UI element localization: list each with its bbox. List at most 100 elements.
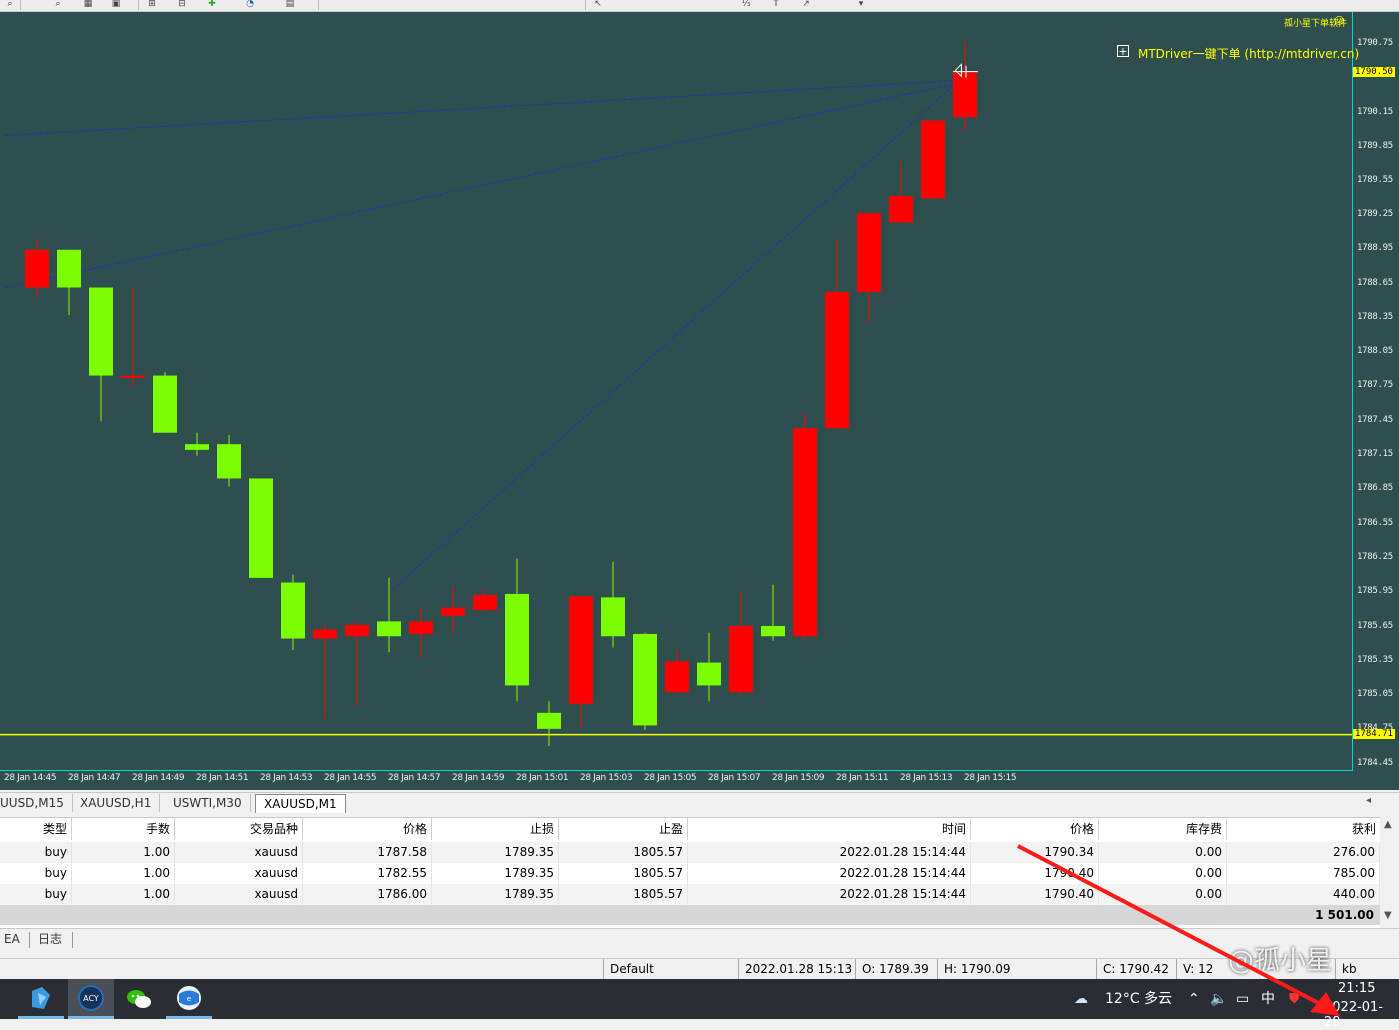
antivirus-icon[interactable]: ⛊ (1289, 979, 1300, 1019)
cloud-icon[interactable]: ☁ (1074, 979, 1088, 1019)
table-scrollbar[interactable]: ▲ ▼ (1380, 817, 1399, 927)
table-row[interactable]: buy 1.00 xauusd 1787.58 1789.35 1805.57 2022.0… (0, 842, 1380, 863)
status-open: O: 1789.39 (855, 959, 929, 979)
candlestick-svg (0, 41, 1352, 747)
tab-uusd-m15[interactable]: UUSD,M15 (0, 794, 73, 812)
candle-body (825, 292, 849, 429)
price-chart[interactable] (0, 12, 1399, 790)
tab-ea[interactable]: EA (4, 931, 20, 947)
table-row[interactable]: buy 1.00 xauusd 1782.55 1789.35 1805.57 2022.0… (0, 863, 1380, 884)
scroll-down-icon[interactable]: ▼ (1384, 910, 1392, 921)
scroll-up-icon[interactable]: ▲ (1384, 819, 1392, 830)
clock-date[interactable]: 2022-01-28 (1324, 1000, 1399, 1030)
fibo-icon[interactable]: ⅓ (740, 0, 752, 9)
cursor-icon[interactable]: ↖ (592, 0, 604, 9)
y-tick-label: 1787.15 (1357, 449, 1393, 459)
new-order-icon[interactable]: ✚ (206, 0, 218, 9)
text-icon[interactable]: T (770, 0, 782, 9)
candle-body (377, 621, 401, 637)
col-header-symbol[interactable]: 交易品种 (175, 818, 303, 840)
y-tick-label: 1786.25 (1357, 552, 1393, 562)
table-cell: 1805.57 (559, 884, 688, 905)
y-tick-label: 1784.45 (1357, 758, 1393, 768)
clock-icon[interactable]: ◔ (244, 0, 256, 9)
candle-body (89, 287, 113, 376)
y-tick-label: 1788.35 (1357, 312, 1393, 322)
network-icon[interactable]: ▭ (1236, 979, 1249, 1019)
y-tick-label: 1789.25 (1357, 209, 1393, 219)
col-header-swap[interactable]: 库存费 (1099, 818, 1227, 840)
y-tick-label: 1785.65 (1357, 621, 1393, 631)
tab-uswti-m30[interactable]: USWTI,M30 (165, 794, 251, 812)
status-profile[interactable]: Default (603, 959, 654, 979)
weather-text[interactable]: 12°C 多云 (1105, 979, 1172, 1019)
col-header-current-price[interactable]: 价格 (971, 818, 1099, 840)
col-header-profit[interactable]: 获利 (1227, 818, 1380, 840)
candle-body (857, 213, 881, 293)
candle-body (601, 597, 625, 637)
table-row[interactable]: buy 1.00 xauusd 1786.00 1789.35 1805.57 2022.0… (0, 884, 1380, 905)
status-datetime: 2022.01.28 15:13 (738, 959, 852, 979)
speaker-icon[interactable]: 🔈 (1210, 979, 1227, 1019)
x-tick-label: 28 Jan 15:01 (516, 773, 569, 783)
y-tick-label: 1785.95 (1357, 586, 1393, 596)
x-tick-label: 28 Jan 14:55 (324, 773, 377, 783)
watermark-text: @孤小星 (1228, 946, 1333, 976)
col-header-type[interactable]: 类型 (0, 818, 72, 840)
x-tick-label: 28 Jan 15:07 (708, 773, 761, 783)
table-cell: 2022.01.28 15:14:44 (688, 884, 971, 905)
current-price-tag: 1790.50 (1353, 67, 1395, 77)
ice-app-icon[interactable] (18, 979, 64, 1019)
table-cell: 1789.35 (432, 884, 559, 905)
status-bar: Default 2022.01.28 15:13 O: 1789.39 H: 1… (0, 958, 1399, 979)
chevron-up-icon[interactable]: ⌃ (1188, 979, 1200, 1019)
col-header-time[interactable]: 时间 (688, 818, 971, 840)
hline-price-tag: 1784.71 (1353, 729, 1395, 739)
candle-body (441, 607, 465, 616)
col-header-tp[interactable]: 止盈 (559, 818, 688, 840)
wechat-app-icon[interactable] (116, 979, 162, 1019)
tab-divider (29, 932, 30, 948)
template-icon[interactable]: ▤ (284, 0, 296, 9)
clock-time[interactable]: 21:15 (1338, 981, 1375, 996)
table-cell: 1790.40 (971, 884, 1099, 905)
x-tick-label: 28 Jan 14:53 (260, 773, 313, 783)
mtdriver-label[interactable]: MTDriver一键下单 (http://mtdriver.cn) (1138, 45, 1359, 62)
candle-body (153, 375, 177, 433)
candle-body (217, 444, 241, 479)
x-tick-label: 28 Jan 14:59 (452, 773, 505, 783)
chevron-down-icon[interactable]: ▾ (855, 0, 867, 9)
expand-plus-icon[interactable]: + (1117, 45, 1129, 57)
acr-app-icon[interactable]: ACY (68, 979, 114, 1019)
browser-app-icon[interactable]: e (166, 979, 212, 1019)
col-header-sl[interactable]: 止损 (432, 818, 559, 840)
candle-body (921, 120, 945, 199)
col-header-price[interactable]: 价格 (303, 818, 432, 840)
col-header-lots[interactable]: 手数 (72, 818, 175, 840)
total-row: 1 501.00 (0, 905, 1380, 925)
candle-body (121, 375, 145, 378)
y-tick-label: 1785.05 (1357, 689, 1393, 699)
y-tick-label: 1785.35 (1357, 655, 1393, 665)
period-icon[interactable]: ⊞ (146, 0, 158, 9)
y-tick-label: 1790.75 (1357, 38, 1393, 48)
trendline (4, 83, 956, 289)
tabs-scroll-left-icon[interactable]: ◂ (1366, 795, 1371, 806)
tab-xauusd-h1[interactable]: XAUUSD,H1 (72, 794, 161, 812)
status-close: C: 1790.42 (1096, 959, 1169, 979)
cursor-icon[interactable]: ▣ (110, 0, 122, 9)
grid-icon[interactable]: ▦ (82, 0, 94, 9)
zoom-out-icon[interactable]: ⌕ (52, 0, 64, 9)
zoom-in-icon[interactable]: ⌕ (4, 0, 16, 9)
arrow-icon[interactable]: ↗ (800, 0, 812, 9)
toolbar-separator (138, 0, 139, 10)
tab-journal[interactable]: 日志 (38, 931, 62, 947)
y-tick-label: 1788.65 (1357, 278, 1393, 288)
ime-indicator[interactable]: 中 (1261, 979, 1275, 1019)
svg-text:e: e (187, 995, 191, 1003)
tab-xauusd-m1[interactable]: XAUUSD,M1 (255, 794, 346, 813)
candle-body (345, 624, 369, 637)
candle-body (249, 478, 273, 578)
period-icon[interactable]: ⊟ (176, 0, 188, 9)
candle-body (185, 444, 209, 450)
